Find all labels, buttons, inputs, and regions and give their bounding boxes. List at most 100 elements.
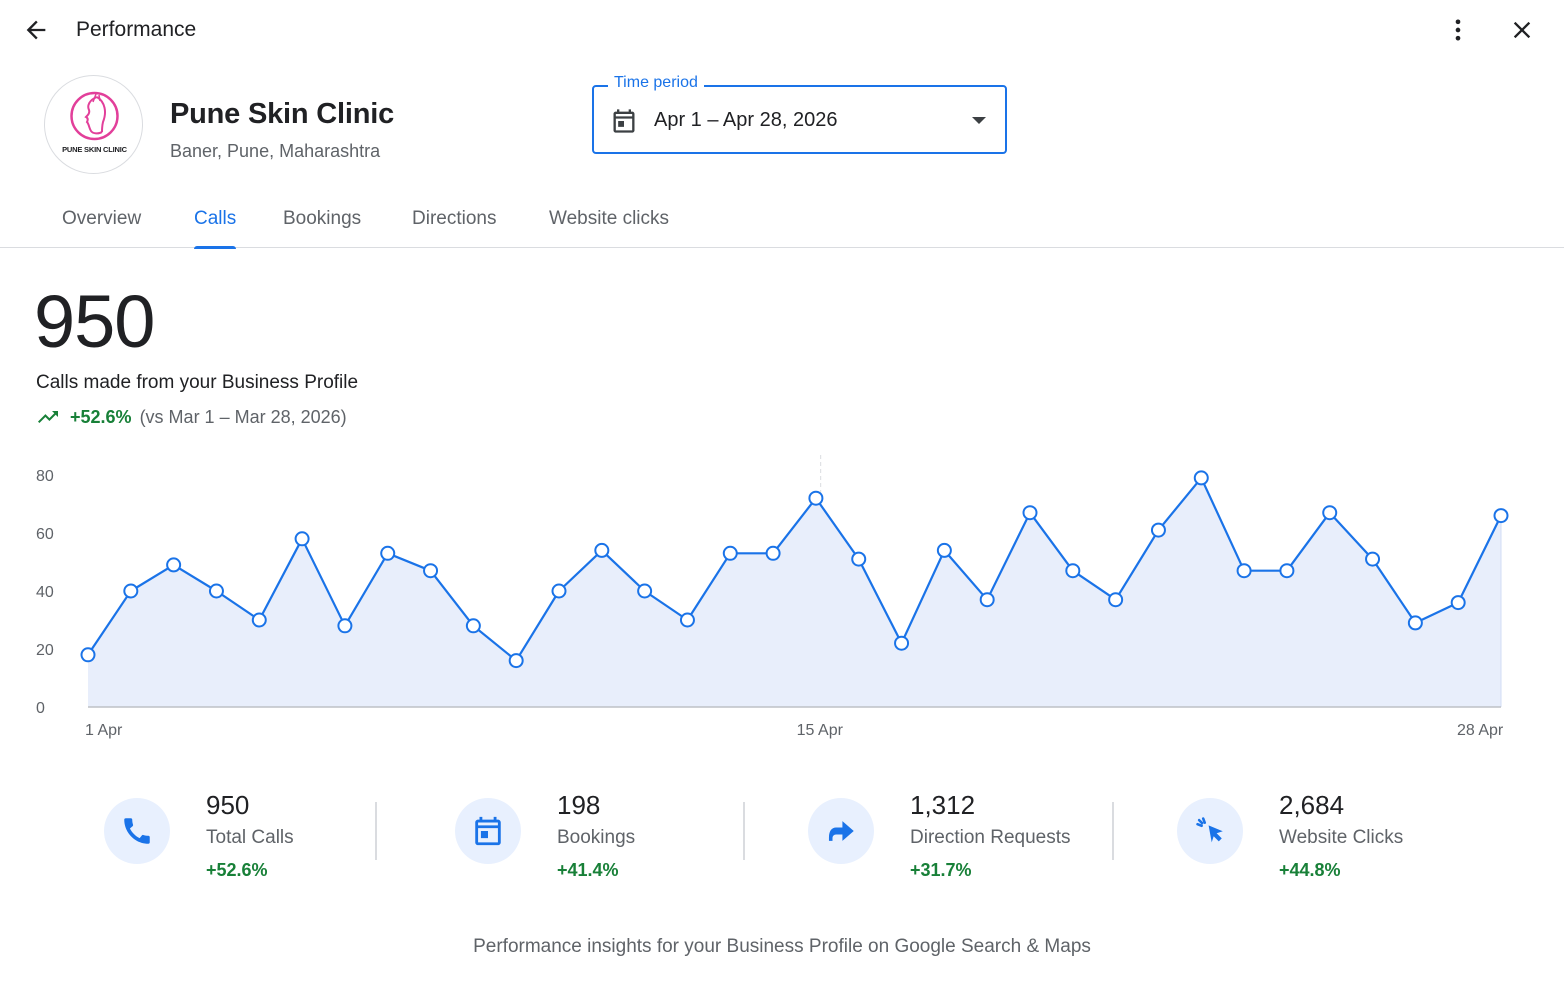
data-point xyxy=(508,653,524,669)
data-point xyxy=(465,618,481,634)
tab-bar: Overview Calls Bookings Directions Websi… xyxy=(0,190,1564,249)
data-point xyxy=(851,551,867,567)
tab-calls[interactable]: Calls xyxy=(194,208,237,249)
top-app-bar: Performance xyxy=(0,0,1564,60)
phone-icon xyxy=(124,818,150,844)
trend-row: +52.6% (vs Mar 1 – Mar 28, 2026) xyxy=(36,406,347,428)
summary-caption: Calls made from your Business Profile xyxy=(36,372,359,393)
page-title: Performance xyxy=(76,18,197,41)
data-point xyxy=(1150,522,1166,538)
face-silhouette-icon xyxy=(70,91,119,141)
data-point xyxy=(423,563,439,579)
stat-change: +31.7% xyxy=(910,860,972,880)
dropdown-arrow-icon xyxy=(972,117,986,124)
data-point xyxy=(1065,563,1081,579)
calls-line-chart: 0 20 40 60 80 1 Apr 15 Apr 28 Apr xyxy=(36,455,1509,739)
data-point xyxy=(80,647,96,663)
y-tick-label: 40 xyxy=(36,584,54,601)
stat-label: Direction Requests xyxy=(910,827,1071,848)
trend-comparison: (vs Mar 1 – Mar 28, 2026) xyxy=(139,406,347,427)
arrow-back-icon xyxy=(26,20,46,40)
data-point xyxy=(551,583,567,599)
cursor-click-icon xyxy=(1196,817,1223,843)
business-name: Pune Skin Clinic xyxy=(170,98,395,130)
stat-total-calls[interactable]: 950 Total Calls +52.6% xyxy=(104,790,344,890)
stat-change: +41.4% xyxy=(557,860,619,880)
stat-icon-circle xyxy=(104,798,170,864)
stat-icon-circle xyxy=(808,798,874,864)
stat-website-clicks[interactable]: 2,684 Website Clicks +44.8% xyxy=(1177,790,1457,890)
directions-icon xyxy=(828,821,854,841)
x-tick-label: 28 Apr xyxy=(1457,722,1504,739)
footer-note: Performance insights for your Business P… xyxy=(473,936,1091,957)
stat-direction-requests[interactable]: 1,312 Direction Requests +31.7% xyxy=(808,790,1098,890)
stat-icon-circle xyxy=(455,798,521,864)
stat-divider xyxy=(1112,802,1114,860)
calendar-icon xyxy=(613,109,635,133)
data-point xyxy=(1108,592,1124,608)
stat-divider xyxy=(375,802,377,860)
stat-value: 2,684 xyxy=(1279,790,1345,820)
business-logo: PUNE SKIN CLINIC xyxy=(44,75,143,174)
close-button[interactable] xyxy=(1502,12,1542,48)
data-point xyxy=(1407,615,1423,631)
data-point xyxy=(1022,505,1038,521)
data-point xyxy=(1193,470,1209,486)
x-tick-label: 1 Apr xyxy=(85,722,123,739)
data-point xyxy=(251,612,267,628)
tab-website-clicks[interactable]: Website clicks xyxy=(549,208,669,248)
area-fill xyxy=(88,477,1501,707)
data-point xyxy=(1450,595,1466,611)
trending-up-icon xyxy=(38,411,58,423)
stat-label: Website Clicks xyxy=(1279,827,1404,848)
calendar-icon xyxy=(475,816,501,846)
data-point xyxy=(722,545,738,561)
stat-bookings[interactable]: 198 Bookings +41.4% xyxy=(455,790,715,890)
tab-directions[interactable]: Directions xyxy=(412,208,496,248)
data-point xyxy=(679,612,695,628)
data-point xyxy=(208,583,224,599)
tab-overview[interactable]: Overview xyxy=(62,208,141,248)
time-period-select[interactable]: Time period Apr 1 – Apr 28, 2026 xyxy=(592,74,1007,154)
close-icon xyxy=(1513,21,1531,39)
data-point xyxy=(936,542,952,558)
data-point xyxy=(294,531,310,547)
data-point xyxy=(765,545,781,561)
data-point xyxy=(1365,551,1381,567)
stat-label: Total Calls xyxy=(206,827,294,848)
y-tick-label: 60 xyxy=(36,526,54,543)
data-point xyxy=(894,635,910,651)
stat-value: 1,312 xyxy=(910,790,976,820)
y-tick-label: 0 xyxy=(36,700,45,717)
y-tick-label: 20 xyxy=(36,642,54,659)
y-tick-label: 80 xyxy=(36,468,54,485)
more-options-button[interactable] xyxy=(1440,12,1476,48)
data-point xyxy=(594,542,610,558)
data-point xyxy=(1322,505,1338,521)
data-point xyxy=(123,583,139,599)
data-point xyxy=(380,545,396,561)
stat-icon-circle xyxy=(1177,798,1243,864)
stat-change: +44.8% xyxy=(1279,860,1341,880)
stat-divider xyxy=(743,802,745,860)
more-vert-icon xyxy=(1455,19,1461,41)
tab-bookings[interactable]: Bookings xyxy=(283,208,361,248)
total-calls-value: 950 xyxy=(34,280,155,363)
time-period-value: Apr 1 – Apr 28, 2026 xyxy=(654,109,838,131)
logo-text: PUNE SKIN CLINIC xyxy=(62,145,127,154)
data-point xyxy=(1279,563,1295,579)
x-tick-label: 15 Apr xyxy=(797,722,844,739)
stat-value: 950 xyxy=(206,790,250,820)
data-point xyxy=(808,490,824,506)
time-period-label: Time period xyxy=(608,74,704,92)
data-point xyxy=(637,583,653,599)
stat-value: 198 xyxy=(557,790,601,820)
data-point xyxy=(1236,563,1252,579)
stat-label: Bookings xyxy=(557,827,636,848)
data-point xyxy=(979,592,995,608)
trend-change: +52.6% xyxy=(70,406,132,427)
business-address: Baner, Pune, Maharashtra xyxy=(170,141,381,161)
data-point xyxy=(1493,508,1509,524)
stat-change: +52.6% xyxy=(206,860,268,880)
back-button[interactable] xyxy=(16,12,56,48)
